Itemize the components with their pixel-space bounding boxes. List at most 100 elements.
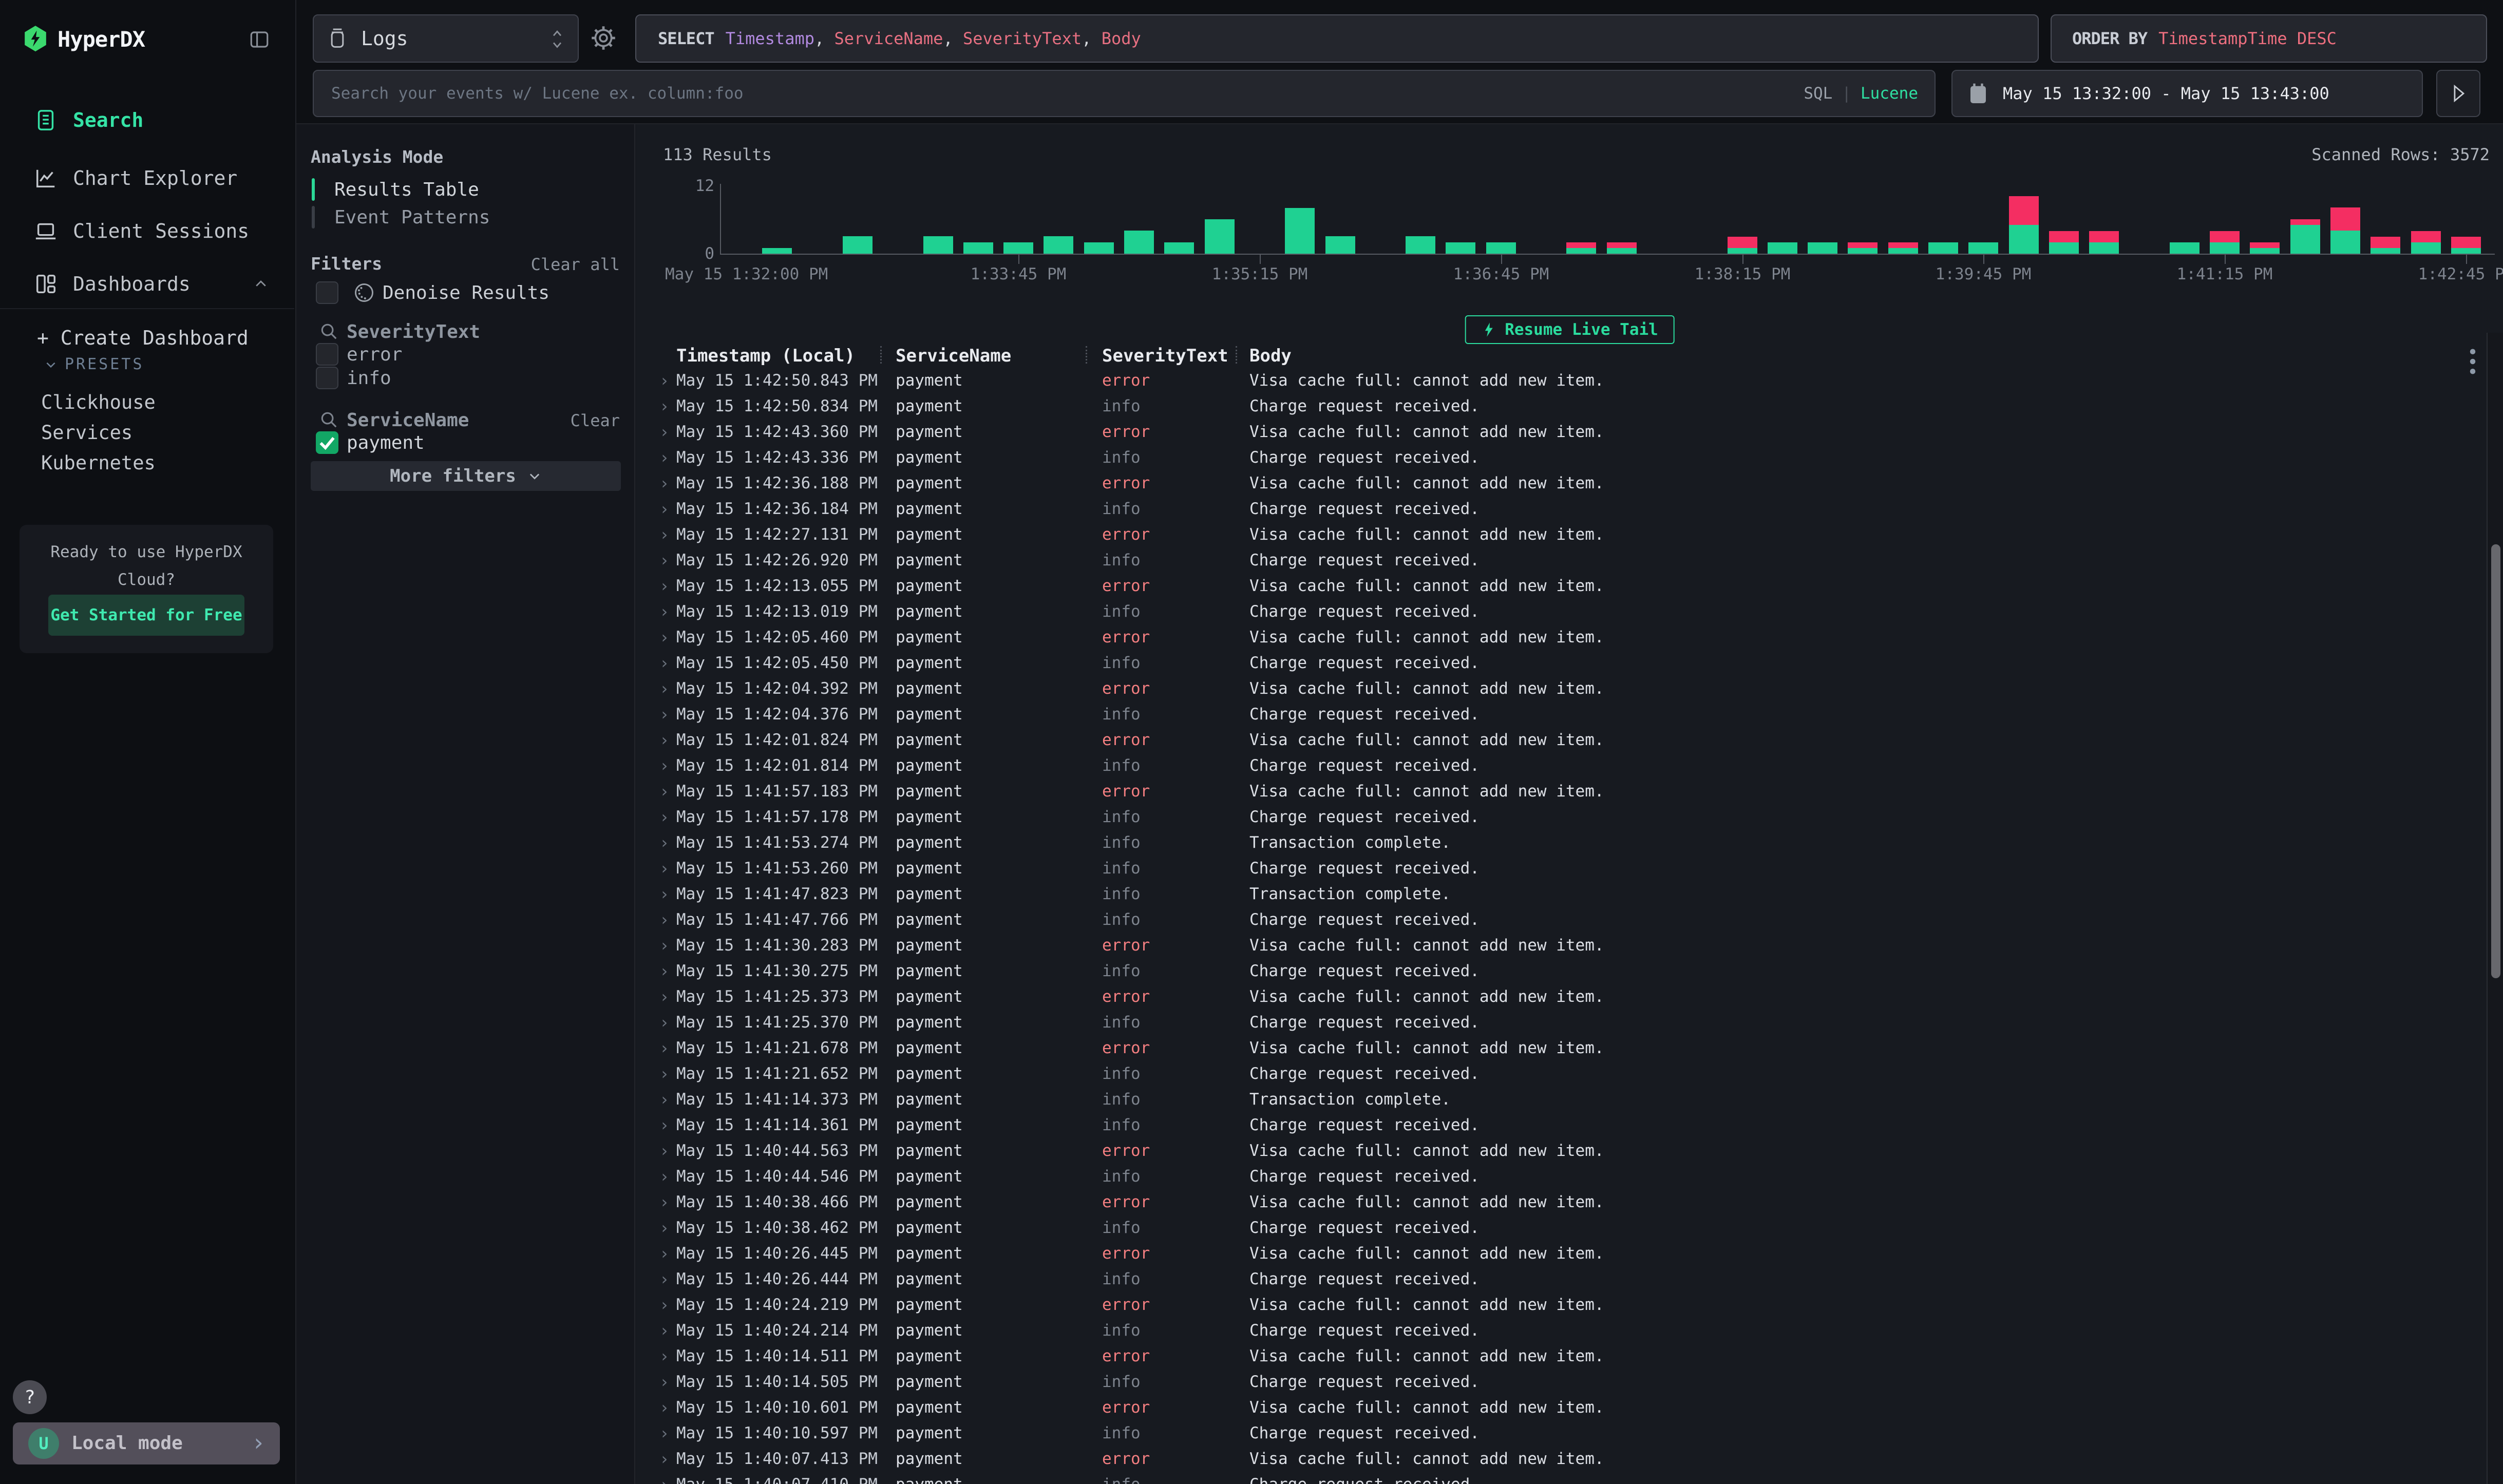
table-row[interactable]: › May 15 1:41:47.766 PM payment info Cha… [636,907,2488,933]
col-timestamp[interactable]: Timestamp (Local) [676,344,896,368]
table-row[interactable]: › May 15 1:40:24.219 PM payment error Vi… [636,1292,2488,1318]
histogram-bar[interactable] [1566,242,1596,254]
table-row[interactable]: › May 15 1:42:50.834 PM payment info Cha… [636,393,2488,419]
row-expand-icon[interactable]: › [659,1318,676,1343]
row-expand-icon[interactable]: › [659,1112,676,1138]
preset-kubernetes[interactable]: Kubernetes [41,451,156,475]
histogram-bar[interactable] [2210,231,2240,254]
table-row[interactable]: › May 15 1:42:43.336 PM payment info Cha… [636,445,2488,470]
select-query-editor[interactable]: SELECTTimestamp, ServiceName, SeverityTe… [635,14,2039,63]
table-row[interactable]: › May 15 1:41:57.183 PM payment error Vi… [636,778,2488,804]
table-row[interactable]: › May 15 1:40:14.511 PM payment error Vi… [636,1343,2488,1369]
row-expand-icon[interactable]: › [659,1061,676,1087]
preset-clickhouse[interactable]: Clickhouse [41,390,156,415]
table-row[interactable]: › May 15 1:42:26.920 PM payment info Cha… [636,547,2488,573]
row-expand-icon[interactable]: › [659,1087,676,1112]
histogram-bar[interactable] [1968,242,1998,254]
table-row[interactable]: › May 15 1:41:21.652 PM payment info Cha… [636,1061,2488,1087]
table-row[interactable]: › May 15 1:41:25.370 PM payment info Cha… [636,1010,2488,1035]
filter-checkbox-error[interactable] [316,343,338,366]
filter-option-info[interactable]: info [347,368,391,389]
sidebar-collapse-icon[interactable] [249,29,270,49]
table-row[interactable]: › May 15 1:42:50.843 PM payment error Vi… [636,368,2488,393]
row-expand-icon[interactable]: › [659,855,676,881]
col-severitytext[interactable]: SeverityText [1102,344,1249,368]
column-resize-handle[interactable] [1236,346,1237,364]
time-range-picker[interactable]: May 15 13:32:00 - May 15 13:43:00 [1951,70,2423,117]
get-started-button[interactable]: Get Started for Free [48,595,244,636]
create-dashboard-button[interactable]: + Create Dashboard [37,327,249,349]
run-query-button[interactable] [2436,70,2480,117]
histogram-bar[interactable] [1325,236,1355,254]
histogram-bar[interactable] [1486,242,1516,254]
filter-checkbox-payment[interactable] [316,431,338,454]
table-row[interactable]: › May 15 1:40:38.466 PM payment error Vi… [636,1189,2488,1215]
table-row[interactable]: › May 15 1:40:44.546 PM payment info Cha… [636,1164,2488,1189]
histogram-bar[interactable] [1928,242,1958,254]
row-expand-icon[interactable]: › [659,547,676,573]
row-expand-icon[interactable]: › [659,419,676,445]
histogram-bar[interactable] [2049,231,2079,254]
table-row[interactable]: › May 15 1:40:14.505 PM payment info Cha… [636,1369,2488,1395]
table-row[interactable]: › May 15 1:42:13.055 PM payment error Vi… [636,573,2488,599]
clear-servicename-button[interactable]: Clear [571,411,620,430]
row-expand-icon[interactable]: › [659,676,676,701]
table-row[interactable]: › May 15 1:40:10.601 PM payment error Vi… [636,1395,2488,1420]
table-row[interactable]: › May 15 1:41:53.260 PM payment info Cha… [636,855,2488,881]
table-row[interactable]: › May 15 1:42:27.131 PM payment error Vi… [636,522,2488,547]
row-expand-icon[interactable]: › [659,958,676,984]
table-row[interactable]: › May 15 1:41:21.678 PM payment error Vi… [636,1035,2488,1061]
more-filters-button[interactable]: More filters [311,461,621,491]
filter-checkbox-info[interactable] [316,367,338,389]
histogram-bar[interactable] [762,248,792,254]
help-button[interactable]: ? [13,1380,47,1414]
row-expand-icon[interactable]: › [659,368,676,393]
histogram-bar[interactable] [1406,236,1435,254]
table-row[interactable]: › May 15 1:42:04.392 PM payment error Vi… [636,676,2488,701]
search-input[interactable] [330,84,1804,103]
table-row[interactable]: › May 15 1:42:04.376 PM payment info Cha… [636,701,2488,727]
table-row[interactable]: › May 15 1:42:01.824 PM payment error Vi… [636,727,2488,753]
user-menu[interactable]: U Local mode › [13,1422,280,1464]
row-expand-icon[interactable]: › [659,522,676,547]
table-row[interactable]: › May 15 1:40:24.214 PM payment info Cha… [636,1318,2488,1343]
table-row[interactable]: › May 15 1:42:43.360 PM payment error Vi… [636,419,2488,445]
histogram-bar[interactable] [1044,236,1073,254]
tab-event-patterns[interactable]: Event Patterns [312,203,490,231]
row-expand-icon[interactable]: › [659,727,676,753]
table-row[interactable]: › May 15 1:40:07.413 PM payment error Vi… [636,1446,2488,1472]
histogram-bar[interactable] [1205,219,1235,254]
histogram-bar[interactable] [2330,207,2360,254]
row-expand-icon[interactable]: › [659,1446,676,1472]
filter-option-payment[interactable]: payment [347,432,425,453]
table-row[interactable]: › May 15 1:42:01.814 PM payment info Cha… [636,753,2488,778]
sidebar-item-client-sessions[interactable]: Client Sessions [0,216,295,246]
row-expand-icon[interactable]: › [659,573,676,599]
histogram-bar[interactable] [1768,242,1797,254]
table-row[interactable]: › May 15 1:41:14.373 PM payment info Tra… [636,1087,2488,1112]
histogram-bar[interactable] [1164,242,1194,254]
row-expand-icon[interactable]: › [659,1189,676,1215]
histogram-bar[interactable] [923,236,953,254]
histogram-bar[interactable] [2170,242,2199,254]
column-resize-handle[interactable] [880,346,882,364]
source-select[interactable]: Logs [313,14,579,63]
tab-results-table[interactable]: Results Table [312,176,479,203]
histogram-bar[interactable] [1848,242,1878,254]
histogram-bar[interactable] [1285,208,1315,254]
row-expand-icon[interactable]: › [659,1266,676,1292]
table-row[interactable]: › May 15 1:41:30.283 PM payment error Vi… [636,933,2488,958]
sidebar-item-dashboards[interactable]: Dashboards [0,269,295,299]
row-expand-icon[interactable]: › [659,804,676,830]
histogram-bar[interactable] [1446,242,1475,254]
table-row[interactable]: › May 15 1:41:30.275 PM payment info Cha… [636,958,2488,984]
gear-icon[interactable] [590,25,617,51]
histogram-bar[interactable] [2290,219,2320,254]
histogram-bar[interactable] [2451,237,2481,254]
row-expand-icon[interactable]: › [659,1138,676,1164]
table-row[interactable]: › May 15 1:41:14.361 PM payment info Cha… [636,1112,2488,1138]
resume-live-tail-button[interactable]: Resume Live Tail [1465,315,1675,344]
histogram-bar[interactable] [1003,242,1033,254]
histogram-bar[interactable] [1888,242,1918,254]
table-row[interactable]: › May 15 1:41:57.178 PM payment info Cha… [636,804,2488,830]
